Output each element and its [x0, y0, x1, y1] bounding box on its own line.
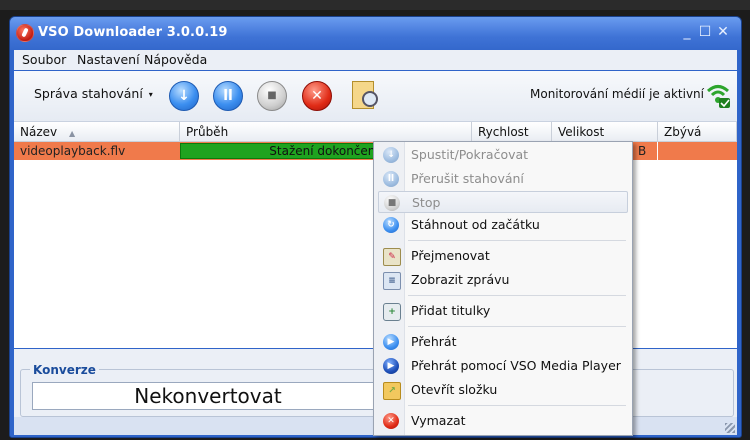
ctx-item-label: Spustit/Pokračovat [411, 147, 529, 162]
ctx-item-play-vso[interactable]: ▶ Přehrát pomocí VSO Media Player [378, 355, 628, 377]
play-icon: ↓ [383, 147, 399, 163]
ctx-item-pause[interactable]: ll Přerušit stahování [378, 168, 628, 190]
conversion-select[interactable]: Nekonvertovat [32, 382, 384, 410]
menu-separator [408, 405, 626, 406]
ctx-item-label: Přehrát [411, 334, 457, 349]
close-button[interactable]: ✕ [714, 23, 732, 41]
download-management-dropdown[interactable]: Správa stahování ▾ [34, 86, 153, 101]
ctx-item-stop[interactable]: ■ Stop [378, 191, 628, 213]
ctx-item-label: Přehrát pomocí VSO Media Player [411, 358, 621, 373]
menu-separator [408, 326, 626, 327]
download-icon: ↓ [178, 88, 190, 104]
ctx-item-rename[interactable]: ✎ Přejmenovat [378, 245, 628, 267]
cell-name: videoplayback.flv [20, 144, 126, 158]
ctx-item-label: Přerušit stahování [411, 171, 524, 186]
delete-icon: ✕ [383, 413, 399, 429]
ctx-item-label: Otevřít složku [411, 382, 498, 397]
window-title: VSO Downloader 3.0.0.19 [38, 25, 228, 40]
restart-icon: ↻ [383, 217, 399, 233]
ctx-item-label: Přejmenovat [411, 248, 490, 263]
column-header-name[interactable]: Název ▲ [14, 122, 180, 142]
screen-top-strip [0, 0, 750, 10]
menu-bar: Soubor Nastavení Nápověda [14, 50, 737, 70]
download-management-label: Správa stahování [34, 86, 143, 101]
ctx-item-label: Přidat titulky [411, 303, 491, 318]
download-button[interactable]: ↓ [169, 81, 199, 111]
column-header-size[interactable]: Velikost [552, 122, 658, 142]
pause-button[interactable]: ll [213, 81, 243, 111]
conversion-label: Konverze [30, 363, 99, 377]
menu-separator [408, 295, 626, 296]
ctx-item-label: Stop [412, 195, 441, 210]
app-logo-icon [16, 24, 34, 42]
context-menu: ↓ Spustit/Pokračovat ll Přerušit stahová… [373, 141, 633, 436]
properties-button[interactable] [352, 79, 378, 109]
title-bar[interactable]: VSO Downloader 3.0.0.19 _ ☐ ✕ [10, 17, 741, 50]
ctx-item-show-message[interactable]: ≡ Zobrazit zprávu [378, 269, 628, 291]
play-icon: ▶ [383, 334, 399, 350]
maximize-button[interactable]: ☐ [696, 23, 714, 41]
subtitles-icon: + [383, 303, 401, 321]
ctx-item-open-folder[interactable]: ↗ Otevřít složku [378, 379, 628, 401]
menu-napoveda[interactable]: Nápověda [144, 52, 207, 67]
resize-grip[interactable] [725, 423, 735, 433]
ctx-item-restart[interactable]: ↻ Stáhnout od začátku [378, 214, 628, 236]
ctx-item-label: Vymazat [411, 413, 466, 428]
menu-nastaveni[interactable]: Nastavení [77, 52, 140, 67]
ctx-item-start[interactable]: ↓ Spustit/Pokračovat [378, 144, 628, 166]
pause-icon: ll [223, 88, 233, 104]
rename-icon: ✎ [383, 248, 401, 266]
ctx-item-add-subtitles[interactable]: + Přidat titulky [378, 300, 628, 322]
minimize-button[interactable]: _ [678, 23, 696, 41]
column-header-name-label: Název [20, 125, 58, 139]
cancel-icon: ✕ [311, 88, 323, 104]
sort-ascending-icon: ▲ [68, 129, 76, 138]
column-header-remaining[interactable]: Zbývá [658, 122, 737, 142]
stop-button[interactable]: ■ [257, 81, 287, 111]
magnifier-icon [362, 91, 378, 107]
toolbar: Správa stahování ▾ ↓ ll ■ ✕ Monitorování … [14, 71, 737, 122]
menu-soubor[interactable]: Soubor [22, 52, 66, 67]
folder-icon: ↗ [383, 382, 401, 400]
column-header-speed[interactable]: Rychlost [472, 122, 552, 142]
message-icon: ≡ [383, 272, 401, 290]
cell-divider [657, 142, 658, 160]
wifi-monitor-icon[interactable] [705, 79, 731, 109]
monitor-status-text: Monitorování médií je aktivní [530, 87, 704, 101]
menu-separator [408, 240, 626, 241]
ctx-item-label: Zobrazit zprávu [411, 272, 510, 287]
cell-size: B [638, 144, 647, 158]
chevron-down-icon: ▾ [148, 90, 153, 99]
ctx-item-play[interactable]: ▶ Přehrát [378, 331, 628, 353]
ctx-item-delete[interactable]: ✕ Vymazat [378, 410, 628, 432]
stop-icon: ■ [384, 195, 400, 211]
column-header-progress[interactable]: Průběh [180, 122, 472, 142]
stop-icon: ■ [267, 90, 277, 101]
media-player-icon: ▶ [383, 358, 399, 374]
cancel-button[interactable]: ✕ [302, 81, 332, 111]
pause-icon: ll [383, 171, 399, 187]
ctx-item-label: Stáhnout od začátku [411, 217, 540, 232]
